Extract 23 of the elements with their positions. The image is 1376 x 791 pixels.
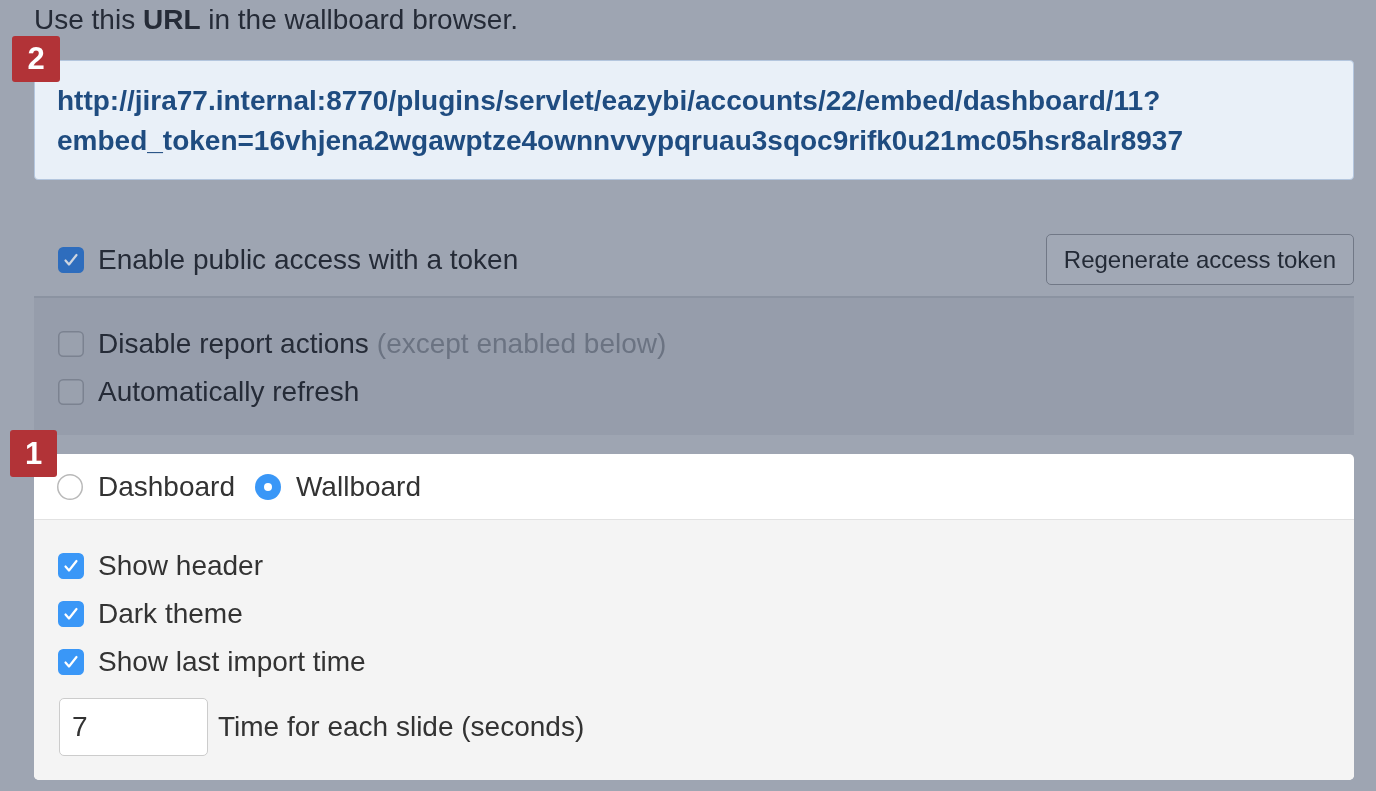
radio-label: Wallboard (296, 469, 421, 504)
radio-label: Dashboard (98, 469, 235, 504)
radio-button[interactable] (255, 473, 281, 500)
embed-url: http://jira77.internal:8770/plugins/servlet/eazybi/accounts/22/embed/dashboard/11?embed_token=16vhjena2wgawptze4ownnvvypqruau3sqoc9rifk0u21mc05hsr8alr8937 (57, 84, 1184, 158)
regenerate-token-button[interactable]: Regenerate access token (1045, 234, 1354, 285)
slide-time-input[interactable]: 7 (59, 698, 208, 756)
radio-button[interactable] (57, 473, 83, 500)
checkbox-label: Show last import time (98, 645, 366, 679)
checkbox[interactable] (58, 379, 84, 405)
checkbox-label: Automatically refresh (98, 375, 360, 409)
checkbox[interactable] (58, 553, 84, 579)
checkbox[interactable] (58, 331, 84, 357)
checkbox-label: Show header (98, 549, 263, 583)
instruction-text: Use this URL in the wallboard browser. (34, 3, 518, 37)
checkbox-label: Enable public access with a token (98, 242, 519, 277)
checkbox-label: Disable report actions (98, 327, 369, 361)
checkbox-label: Dark theme (98, 597, 243, 631)
slide-time-label: Time for each slide (seconds) (218, 710, 585, 744)
checkbox[interactable] (58, 246, 84, 273)
step-badge: 1 (10, 430, 57, 477)
checkbox[interactable] (58, 649, 84, 675)
step-badge: 2 (12, 36, 60, 82)
checkbox[interactable] (58, 601, 84, 627)
